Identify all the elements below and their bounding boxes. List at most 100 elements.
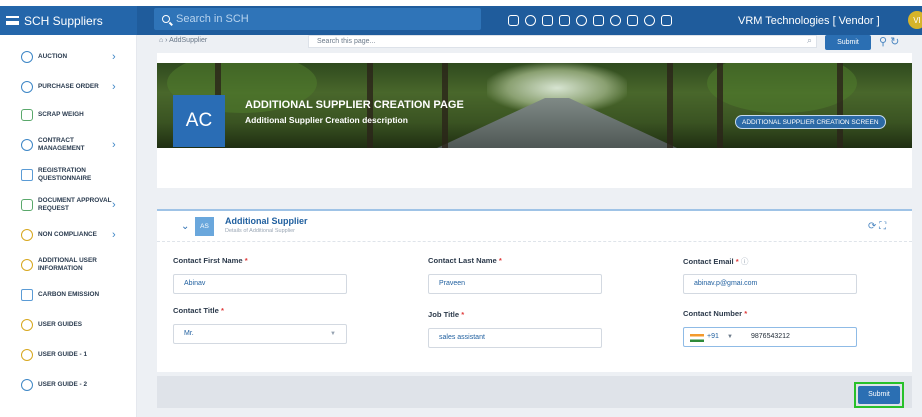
form-footer: Submit [157,376,912,408]
sidebar-item-label: NON COMPLIANCE [38,231,97,238]
chevron-down-icon[interactable]: ⌄ [181,221,189,232]
job-title-input[interactable]: sales assistant [428,328,602,348]
email-label-text: Contact Email [683,257,734,266]
contact-number-label-text: Contact Number [683,309,743,318]
sidebar-item-label: AUCTION [38,53,68,60]
section-tools: ⟳ ⛶ [868,221,886,232]
last-name-label-text: Contact Last Name [428,256,497,265]
page-search-input[interactable]: Search this page... ⌕ [308,35,817,48]
caret-down-icon: ▼ [727,334,733,340]
company-label[interactable]: VRM Technologies [ Vendor ] [738,6,880,35]
sidebar-item-label: CARBON EMISSION [38,291,100,298]
foliage-right [707,63,857,113]
banner-road [437,98,677,148]
sidebar-item-label: CONTRACT MANAGEMENT [38,137,85,152]
sidebar-item-additional-user-information[interactable]: ADDITIONAL USER INFORMATION [0,250,137,280]
sidebar-item-label: USER GUIDE - 2 [38,381,88,388]
page-initials-avatar: AC [173,95,225,147]
job-title-label: Job Title * [428,310,464,319]
sidebar-item-user-guide-1[interactable]: USER GUIDE - 1 [0,340,137,370]
banner-image: ADDITIONAL SUPPLIER CREATION PAGE Additi… [157,63,912,148]
chevron-right-icon: › [112,199,116,211]
clipboard-icon[interactable] [542,15,553,26]
list-icon[interactable] [508,15,519,26]
caret-down-icon: ▼ [330,331,336,337]
sidebar-item-label: SCRAP WEIGH [38,111,84,118]
sidebar-item-label: USER GUIDES [38,321,83,328]
expand-icon[interactable]: ⛶ [879,221,886,232]
contact-number-input[interactable]: +91 ▼ 9876543212 [683,327,857,347]
mail-icon[interactable] [661,15,672,26]
section-title: Additional Supplier [225,216,308,226]
required-mark: * [735,257,739,266]
user-icon [21,289,33,301]
sidebar-item-purchase-order[interactable]: PURCHASE ORDER › [0,72,137,102]
first-name-label-text: Contact First Name [173,256,243,265]
required-mark: * [244,256,248,265]
sidebar-item-label: USER GUIDE - 1 [38,351,88,358]
top-tools: ⚲ ↻ [879,35,899,48]
clock-icon [21,229,33,241]
submit-button-highlight[interactable]: Submit [854,382,904,408]
sidebar-item-contract-management[interactable]: CONTRACT MANAGEMENT › [0,130,137,160]
contact-number-label: Contact Number * [683,309,747,318]
clock-icon [21,259,33,271]
clock-icon [21,139,33,151]
submit-top-button[interactable]: Submit [825,35,871,50]
contact-title-value: Mr. [184,330,194,337]
sidebar-item-user-guide-2[interactable]: USER GUIDE - 2 [0,370,137,400]
home-icon[interactable] [559,15,570,26]
user-avatar[interactable]: VI [908,11,922,29]
submit-button[interactable]: Submit [858,386,900,404]
bell-icon[interactable] [644,15,655,26]
refresh-icon[interactable]: ↻ [890,36,899,48]
palette-icon[interactable] [576,15,587,26]
required-mark: * [744,309,748,318]
last-name-input[interactable]: Praveen [428,274,602,294]
phone-number-value: 9876543212 [751,333,790,340]
help-icon[interactable] [525,15,536,26]
breadcrumb[interactable]: ⌂ › AddSupplier [159,37,207,44]
sidebar-item-scrap-weigh[interactable]: SCRAP WEIGH [0,100,137,130]
sidebar-item-carbon-emission[interactable]: CARBON EMISSION [0,280,137,310]
sidebar-item-user-guides[interactable]: USER GUIDES [0,310,137,340]
chat-icon[interactable] [627,15,638,26]
first-name-input[interactable]: Abinav [173,274,347,294]
global-search-placeholder: Search in SCH [176,13,249,25]
refresh-icon[interactable]: ⟳ [868,221,876,232]
brand-menu-button[interactable]: SCH Suppliers [0,6,137,35]
mail-icon [21,199,33,211]
tree-trunk [667,63,673,148]
fullscreen-icon[interactable] [593,15,604,26]
global-search-input[interactable]: Search in SCH [154,8,481,30]
contact-title-select[interactable]: Mr. ▼ [173,324,347,344]
sidebar-item-document-approval-request[interactable]: DOCUMENT APPROVAL REQUEST › [0,190,137,220]
sidebar-item-label: PURCHASE ORDER [38,83,99,90]
search-icon: ⌕ [806,35,812,45]
search-icon [162,15,170,23]
job-title-label-text: Job Title [428,310,460,319]
tree-trunk [837,63,843,148]
info-icon[interactable]: ⓘ [741,257,749,266]
country-code-select[interactable]: +91 [707,328,719,346]
sidebar-item-label: DOCUMENT APPROVAL REQUEST [38,197,112,212]
chevron-right-icon: › [112,51,116,63]
required-mark: * [220,306,224,315]
sidebar-item-registration-questionnaire[interactable]: REGISTRATION QUESTIONNAIRE [0,160,137,190]
link-icon[interactable]: ⚲ [879,36,887,48]
question-icon [21,379,33,391]
header-icons [508,6,672,35]
sidebar: AUCTION › PURCHASE ORDER › SCRAP WEIGH C… [0,35,137,417]
page-title: ADDITIONAL SUPPLIER CREATION PAGE [245,99,464,111]
email-input[interactable]: abinav.p@gmai.com [683,274,857,294]
sidebar-item-auction[interactable]: AUCTION › [0,42,137,72]
heart-icon[interactable] [610,15,621,26]
required-mark: * [461,310,465,319]
page-search-placeholder: Search this page... [317,38,376,45]
question-icon [21,319,33,331]
home-icon [21,109,33,121]
main-content: ⌂ › AddSupplier Search this page... ⌕ Su… [137,35,922,417]
required-mark: * [498,256,502,265]
sidebar-item-non-compliance[interactable]: NON COMPLIANCE › [0,220,137,250]
clock-icon [21,81,33,93]
